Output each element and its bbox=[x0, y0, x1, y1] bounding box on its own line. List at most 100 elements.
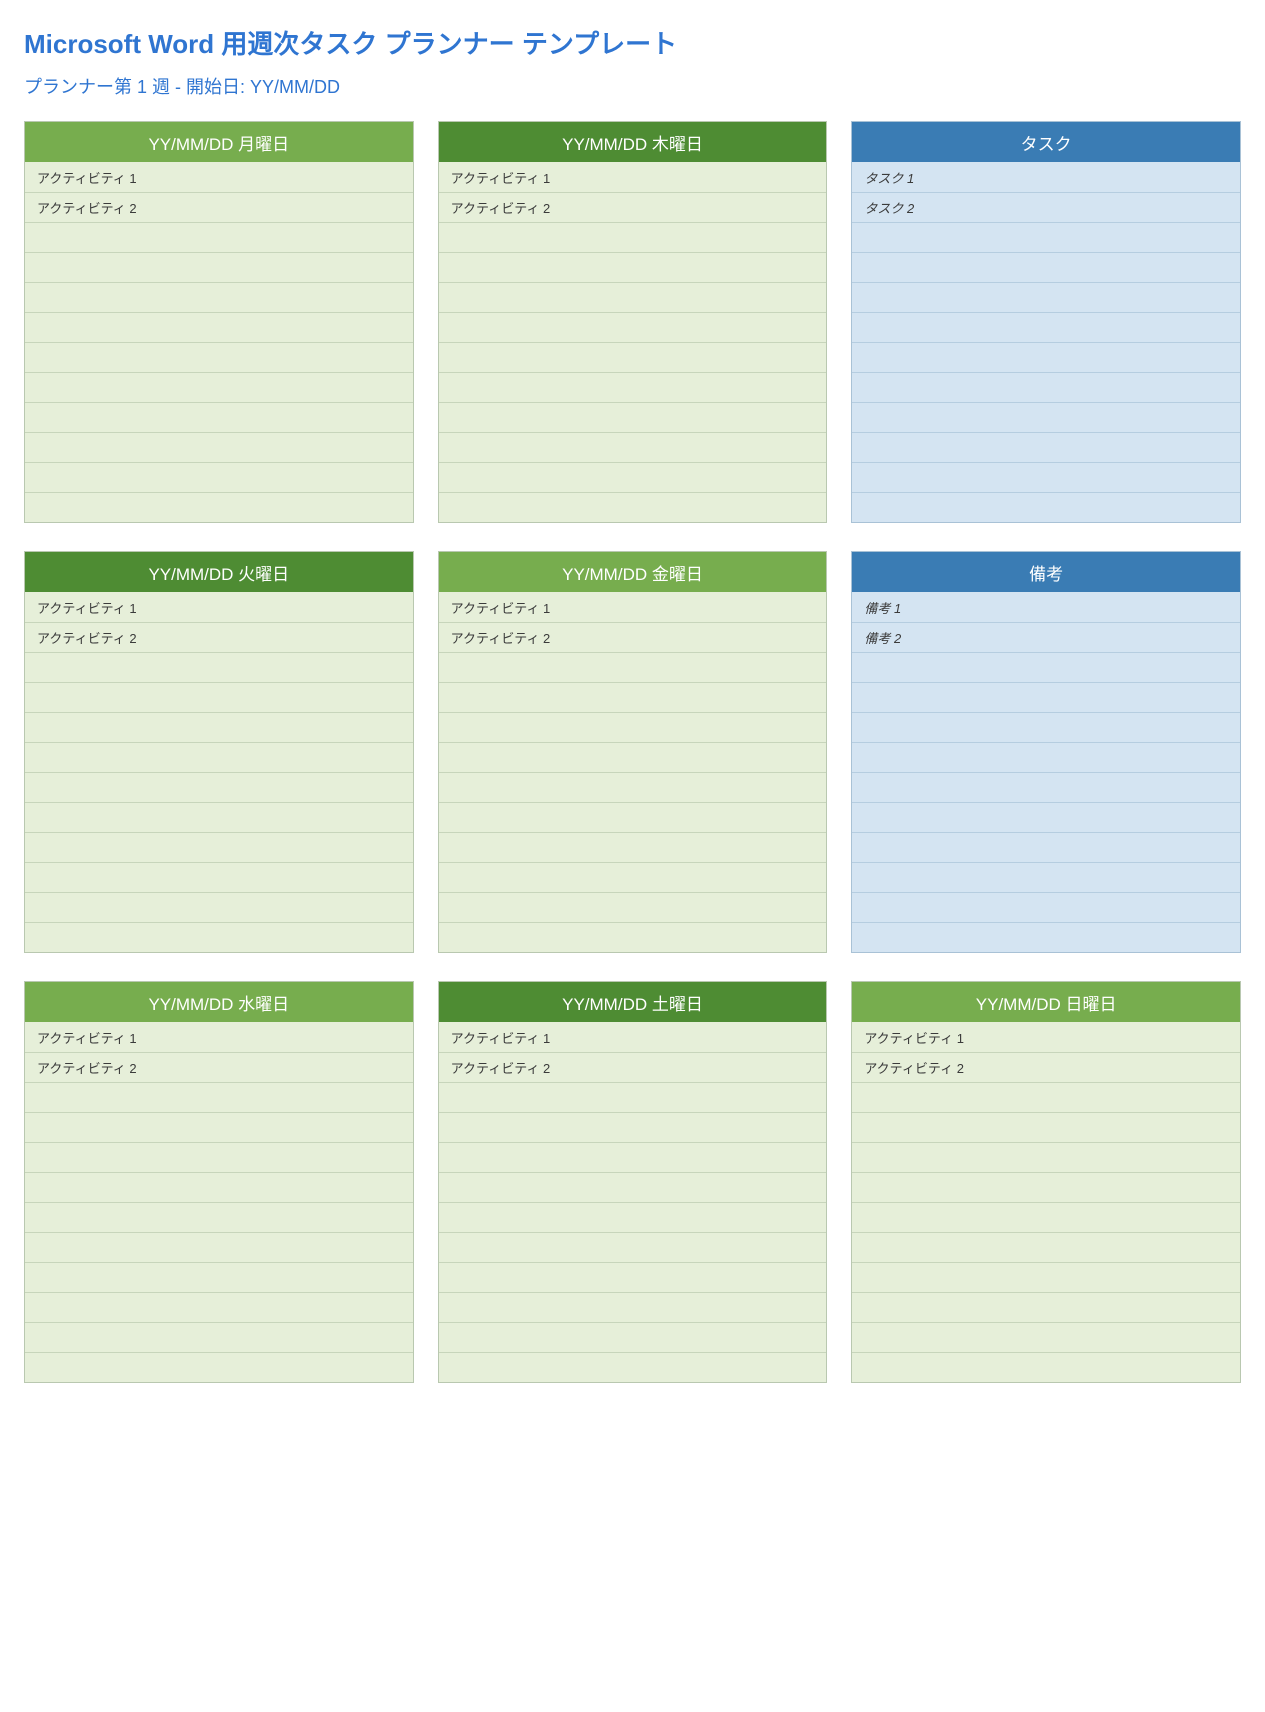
card-row[interactable] bbox=[852, 312, 1240, 342]
card-row[interactable] bbox=[439, 1172, 827, 1202]
card-row[interactable] bbox=[852, 402, 1240, 432]
card-row[interactable] bbox=[852, 282, 1240, 312]
card-row[interactable]: タスク 2 bbox=[852, 192, 1240, 222]
card-row[interactable] bbox=[25, 1292, 413, 1322]
card-row[interactable]: タスク 1 bbox=[852, 162, 1240, 192]
card-row[interactable] bbox=[439, 342, 827, 372]
card-row[interactable] bbox=[25, 892, 413, 922]
card-row[interactable]: アクティビティ 1 bbox=[25, 162, 413, 192]
card-row[interactable] bbox=[25, 772, 413, 802]
card-row[interactable]: アクティビティ 1 bbox=[439, 592, 827, 622]
card-row[interactable] bbox=[25, 1352, 413, 1382]
card-row[interactable] bbox=[852, 222, 1240, 252]
card-row[interactable] bbox=[852, 772, 1240, 802]
card-row[interactable] bbox=[25, 1082, 413, 1112]
card-row[interactable] bbox=[25, 1202, 413, 1232]
card-row[interactable] bbox=[25, 1322, 413, 1352]
card-row[interactable] bbox=[439, 1202, 827, 1232]
card-row[interactable] bbox=[25, 1142, 413, 1172]
card-row[interactable] bbox=[852, 682, 1240, 712]
card-row[interactable] bbox=[439, 802, 827, 832]
card-row[interactable] bbox=[25, 282, 413, 312]
card-row[interactable] bbox=[439, 222, 827, 252]
card-row[interactable] bbox=[852, 1142, 1240, 1172]
card-row[interactable] bbox=[439, 652, 827, 682]
card-row[interactable]: アクティビティ 2 bbox=[25, 1052, 413, 1082]
card-row[interactable] bbox=[852, 832, 1240, 862]
card-row[interactable]: アクティビティ 1 bbox=[852, 1022, 1240, 1052]
card-row[interactable] bbox=[852, 922, 1240, 952]
card-row[interactable]: 備考 1 bbox=[852, 592, 1240, 622]
card-row[interactable] bbox=[852, 462, 1240, 492]
card-row[interactable] bbox=[25, 652, 413, 682]
card-row[interactable] bbox=[439, 1322, 827, 1352]
card-row[interactable]: アクティビティ 2 bbox=[25, 622, 413, 652]
card-row[interactable] bbox=[25, 432, 413, 462]
card-row[interactable]: アクティビティ 1 bbox=[25, 592, 413, 622]
card-row[interactable] bbox=[852, 1172, 1240, 1202]
card-row[interactable] bbox=[852, 1352, 1240, 1382]
card-row[interactable] bbox=[25, 682, 413, 712]
card-row[interactable] bbox=[852, 432, 1240, 462]
card-row[interactable] bbox=[852, 802, 1240, 832]
card-row[interactable] bbox=[439, 712, 827, 742]
card-row[interactable] bbox=[852, 1202, 1240, 1232]
card-row[interactable] bbox=[25, 922, 413, 952]
card-row[interactable] bbox=[25, 1262, 413, 1292]
card-row[interactable] bbox=[439, 1082, 827, 1112]
card-row[interactable] bbox=[25, 862, 413, 892]
card-row[interactable] bbox=[439, 1292, 827, 1322]
card-row[interactable] bbox=[25, 1172, 413, 1202]
card-row[interactable] bbox=[852, 862, 1240, 892]
card-row[interactable]: アクティビティ 2 bbox=[439, 622, 827, 652]
card-row[interactable] bbox=[439, 682, 827, 712]
card-row[interactable] bbox=[439, 1142, 827, 1172]
card-row[interactable] bbox=[25, 832, 413, 862]
card-row[interactable] bbox=[852, 1322, 1240, 1352]
card-row[interactable] bbox=[25, 342, 413, 372]
card-row[interactable] bbox=[852, 1112, 1240, 1142]
card-row[interactable] bbox=[25, 712, 413, 742]
card-row[interactable] bbox=[25, 1232, 413, 1262]
card-row[interactable] bbox=[439, 922, 827, 952]
card-row[interactable]: アクティビティ 1 bbox=[439, 1022, 827, 1052]
card-row[interactable] bbox=[25, 462, 413, 492]
card-row[interactable] bbox=[439, 772, 827, 802]
card-row[interactable]: アクティビティ 1 bbox=[439, 162, 827, 192]
card-row[interactable] bbox=[852, 252, 1240, 282]
card-row[interactable] bbox=[439, 462, 827, 492]
card-row[interactable] bbox=[439, 742, 827, 772]
card-row[interactable] bbox=[439, 282, 827, 312]
card-row[interactable]: アクティビティ 2 bbox=[25, 192, 413, 222]
card-row[interactable] bbox=[25, 492, 413, 522]
card-row[interactable] bbox=[25, 802, 413, 832]
card-row[interactable] bbox=[439, 1232, 827, 1262]
card-row[interactable] bbox=[439, 832, 827, 862]
card-row[interactable] bbox=[439, 1112, 827, 1142]
card-row[interactable]: アクティビティ 2 bbox=[439, 1052, 827, 1082]
card-row[interactable]: 備考 2 bbox=[852, 622, 1240, 652]
card-row[interactable]: アクティビティ 2 bbox=[439, 192, 827, 222]
card-row[interactable] bbox=[852, 1082, 1240, 1112]
card-row[interactable] bbox=[439, 1262, 827, 1292]
card-row[interactable] bbox=[439, 432, 827, 462]
card-row[interactable]: アクティビティ 1 bbox=[25, 1022, 413, 1052]
card-row[interactable] bbox=[25, 742, 413, 772]
card-row[interactable] bbox=[852, 1292, 1240, 1322]
card-row[interactable] bbox=[852, 372, 1240, 402]
card-row[interactable] bbox=[439, 372, 827, 402]
card-row[interactable] bbox=[852, 742, 1240, 772]
card-row[interactable] bbox=[852, 1262, 1240, 1292]
card-row[interactable] bbox=[25, 252, 413, 282]
card-row[interactable] bbox=[852, 342, 1240, 372]
card-row[interactable] bbox=[852, 712, 1240, 742]
card-row[interactable]: アクティビティ 2 bbox=[852, 1052, 1240, 1082]
card-row[interactable] bbox=[439, 402, 827, 432]
card-row[interactable] bbox=[439, 312, 827, 342]
card-row[interactable] bbox=[25, 372, 413, 402]
card-row[interactable] bbox=[25, 222, 413, 252]
card-row[interactable] bbox=[439, 862, 827, 892]
card-row[interactable] bbox=[25, 1112, 413, 1142]
card-row[interactable] bbox=[852, 492, 1240, 522]
card-row[interactable] bbox=[852, 1232, 1240, 1262]
